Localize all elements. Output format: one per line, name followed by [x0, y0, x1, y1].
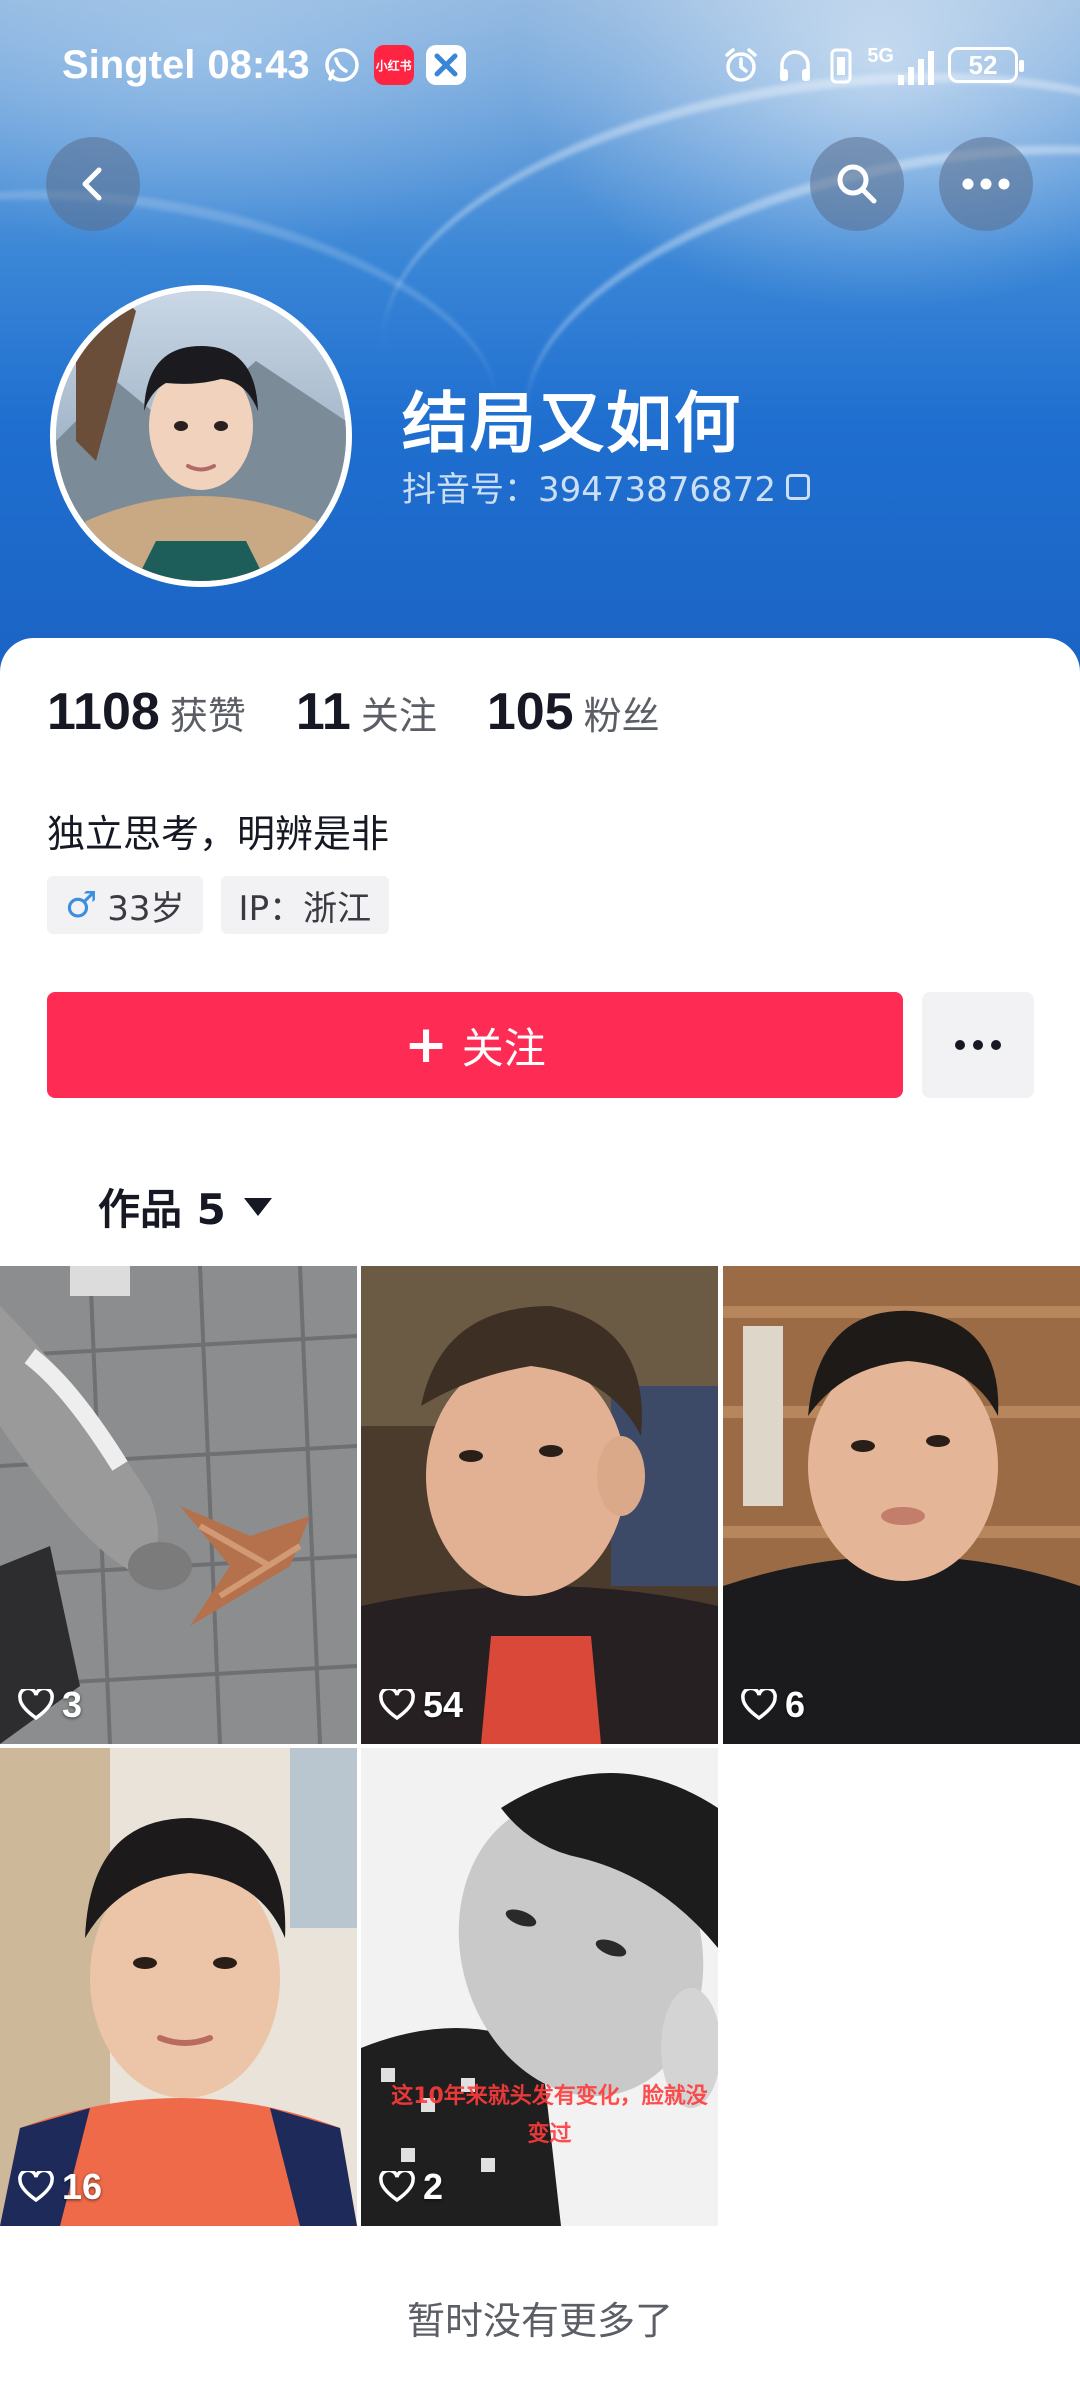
headphones-icon	[780, 50, 811, 81]
profile-name: 结局又如何	[402, 385, 742, 462]
like-count: 3	[18, 1684, 82, 1726]
like-count: 6	[741, 1684, 805, 1726]
video-thumbnail[interactable]: 3	[0, 1266, 357, 1744]
xiaohongshu-icon: 小红书	[373, 45, 414, 85]
vibration-battery-icon	[830, 48, 852, 84]
stat-likes[interactable]: 1108 获赞	[47, 682, 246, 742]
like-count-value: 3	[62, 1684, 83, 1725]
male-icon: ♂	[65, 884, 98, 926]
video-thumbnail[interactable]: 54	[361, 1266, 718, 1744]
ip-label: IP：浙江	[238, 888, 372, 929]
heart-icon	[741, 1689, 777, 1721]
video-thumbnail-image	[361, 1748, 718, 2226]
xiaohongshu-label: 小红书	[375, 58, 412, 73]
dot	[973, 1040, 983, 1050]
copy-icon[interactable]	[785, 473, 810, 500]
whatsapp-icon	[324, 48, 359, 82]
age-tag: ♂ 33岁	[47, 876, 203, 934]
clock: 08:43	[207, 42, 310, 87]
network-type: 5G	[867, 45, 894, 67]
video-caption: 这10年来就头发有变化，脸就没变过	[391, 2084, 708, 2147]
video-thumbnail-image	[361, 1266, 718, 1744]
more-dots-icon	[962, 178, 1010, 190]
heart-icon	[379, 2171, 415, 2203]
signal-bar	[898, 75, 904, 85]
stat-following[interactable]: 11 关注	[296, 682, 437, 742]
chevron-left-icon	[82, 167, 102, 201]
battery-level: 52	[968, 49, 998, 80]
douyin-id: 抖音号：39473876872	[402, 462, 810, 511]
stat-label: 获赞	[169, 694, 246, 738]
video-thumbnail-image	[0, 1748, 357, 2226]
heart-icon	[379, 1689, 415, 1721]
profile-tags: ♂ 33岁 IP：浙江	[47, 876, 390, 934]
heart-icon	[18, 2171, 54, 2203]
dot	[991, 1040, 1001, 1050]
profile-stats: 1108 获赞 11 关注 105 粉丝	[47, 682, 660, 742]
ip-tag: IP：浙江	[220, 876, 390, 934]
avatar[interactable]	[50, 285, 352, 587]
dropdown-triangle-icon	[243, 1197, 272, 1216]
battery-indicator: 52	[948, 47, 1024, 83]
stat-followers[interactable]: 105 粉丝	[487, 682, 660, 742]
stat-label: 粉丝	[583, 694, 660, 738]
like-count-value: 6	[785, 1684, 806, 1725]
video-thumbnail-image	[0, 1266, 357, 1744]
profile-bio: 独立思考，明辨是非	[47, 812, 390, 856]
age-label: 33岁	[107, 888, 185, 929]
tab-works-label: 作品 5	[98, 1185, 226, 1234]
stat-label: 关注	[360, 694, 437, 738]
more-options-button[interactable]	[939, 137, 1033, 231]
video-thumbnail[interactable]: 16	[0, 1748, 357, 2226]
video-thumbnail[interactable]: 这10年来就头发有变化，脸就没变过 2	[361, 1748, 718, 2226]
signal-bar	[928, 51, 934, 85]
heart-icon	[18, 1689, 54, 1721]
like-count-value: 16	[62, 2166, 103, 2207]
no-more-content-label: 暂时没有更多了	[406, 2299, 673, 2343]
avatar-image	[56, 291, 346, 581]
follow-button[interactable]: + 关注	[47, 992, 903, 1098]
like-count: 2	[379, 2166, 443, 2208]
signal-indicator: 5G	[867, 45, 934, 85]
like-count-value: 2	[423, 2166, 444, 2207]
search-icon	[837, 164, 877, 204]
douyin-id-text: 抖音号：39473876872	[402, 470, 776, 510]
profile-more-button[interactable]	[922, 992, 1034, 1098]
video-thumbnail[interactable]: 6	[723, 1266, 1080, 1744]
like-count: 16	[18, 2166, 102, 2208]
stat-value: 11	[295, 683, 351, 741]
dot	[955, 1040, 965, 1050]
stat-value: 1108	[47, 683, 160, 741]
like-count: 54	[379, 1684, 463, 1726]
back-button[interactable]	[46, 137, 140, 231]
follow-label: 关注	[461, 1023, 546, 1073]
status-bar: Singtel 08:43 小红书 5G 52	[0, 30, 1080, 100]
plus-icon: +	[404, 1015, 448, 1075]
signal-bar	[918, 59, 924, 85]
like-count-value: 54	[423, 1684, 464, 1725]
video-thumbnail-image	[723, 1266, 1080, 1744]
signal-bar	[908, 67, 914, 85]
alarm-icon	[725, 48, 758, 82]
x-app-icon	[425, 45, 466, 85]
stat-value: 105	[486, 683, 574, 741]
search-button[interactable]	[810, 137, 904, 231]
carrier-label: Singtel	[62, 42, 196, 87]
tab-works[interactable]: 作品 5	[98, 1176, 272, 1237]
